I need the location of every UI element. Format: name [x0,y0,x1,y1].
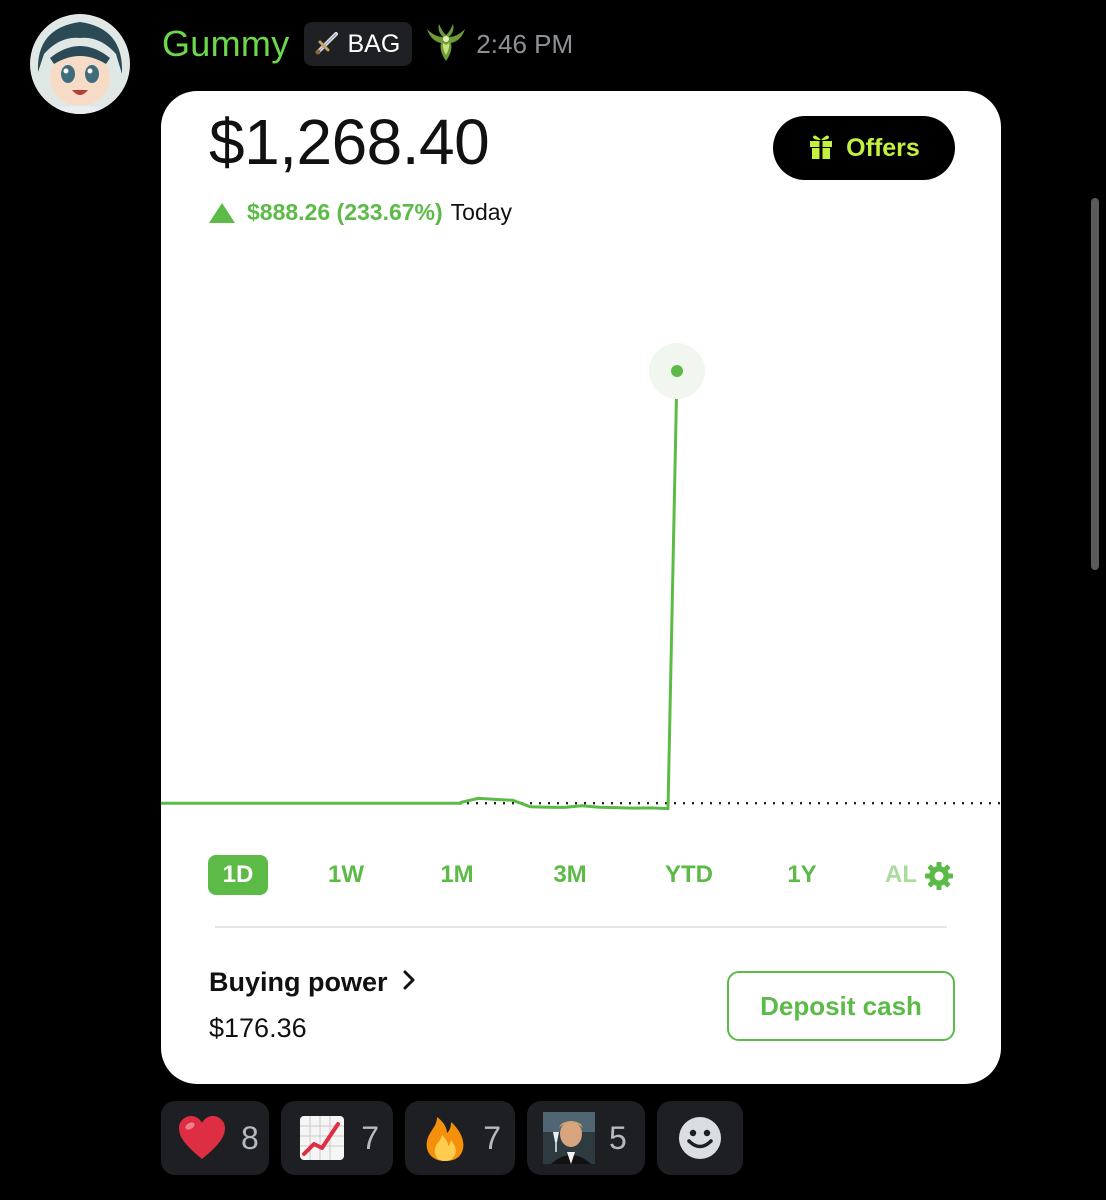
reactions-bar: 8 7 7 5 [161,1101,743,1175]
reaction-chart-increasing[interactable]: 7 [281,1101,393,1175]
reaction-count: 7 [361,1119,379,1156]
time-range-tabs: 1D 1W 1M 3M YTD 1Y AL [161,851,1001,899]
timestamp: 2:46 PM [476,28,574,59]
tab-ytd[interactable]: YTD [657,855,721,895]
heart-icon [177,1112,227,1164]
reaction-fire[interactable]: 7 [405,1101,515,1175]
series-line [161,370,679,811]
reaction-heart[interactable]: 8 [161,1101,269,1175]
tab-3m[interactable]: 3M [540,855,600,895]
smiley-icon [674,1112,726,1164]
phoenix-badge-icon[interactable] [422,20,470,68]
role-tag-label: BAG [347,29,401,58]
deposit-cash-button[interactable]: Deposit cash [727,971,955,1041]
sword-icon [314,28,342,61]
portfolio-chart[interactable] [161,91,1001,851]
current-point-dot [671,365,683,377]
user-avatar[interactable] [30,14,130,114]
reaction-count: 7 [483,1119,501,1156]
fire-icon [421,1112,469,1164]
buying-power-label: Buying power [209,967,388,997]
role-tag[interactable]: BAG [303,22,413,66]
divider [215,926,947,928]
chart-increasing-icon [297,1112,347,1164]
reaction-count: 5 [609,1119,627,1156]
tab-1d[interactable]: 1D [208,855,268,895]
tab-1y[interactable]: 1Y [772,855,832,895]
buying-power-link[interactable]: Buying power [209,967,416,998]
tab-all[interactable]: AL [885,855,925,895]
chevron-right-icon [402,967,416,998]
reaction-count: 8 [241,1119,259,1156]
message-header: Gummy BAG 2:46 PM [162,18,573,70]
attachment-image[interactable]: $1,268.40 Offers $888.26 (233.67%) Today… [161,91,1001,1084]
gear-icon[interactable] [923,860,955,892]
add-reaction-button[interactable] [657,1101,743,1175]
scrollbar[interactable] [1091,198,1099,570]
reaction-toast[interactable]: 5 [527,1101,645,1175]
tab-1m[interactable]: 1M [427,855,487,895]
tab-1w[interactable]: 1W [316,855,376,895]
toast-custom-emoji [543,1112,595,1164]
buying-power-value: $176.36 [209,1013,307,1043]
username[interactable]: Gummy [162,23,290,65]
